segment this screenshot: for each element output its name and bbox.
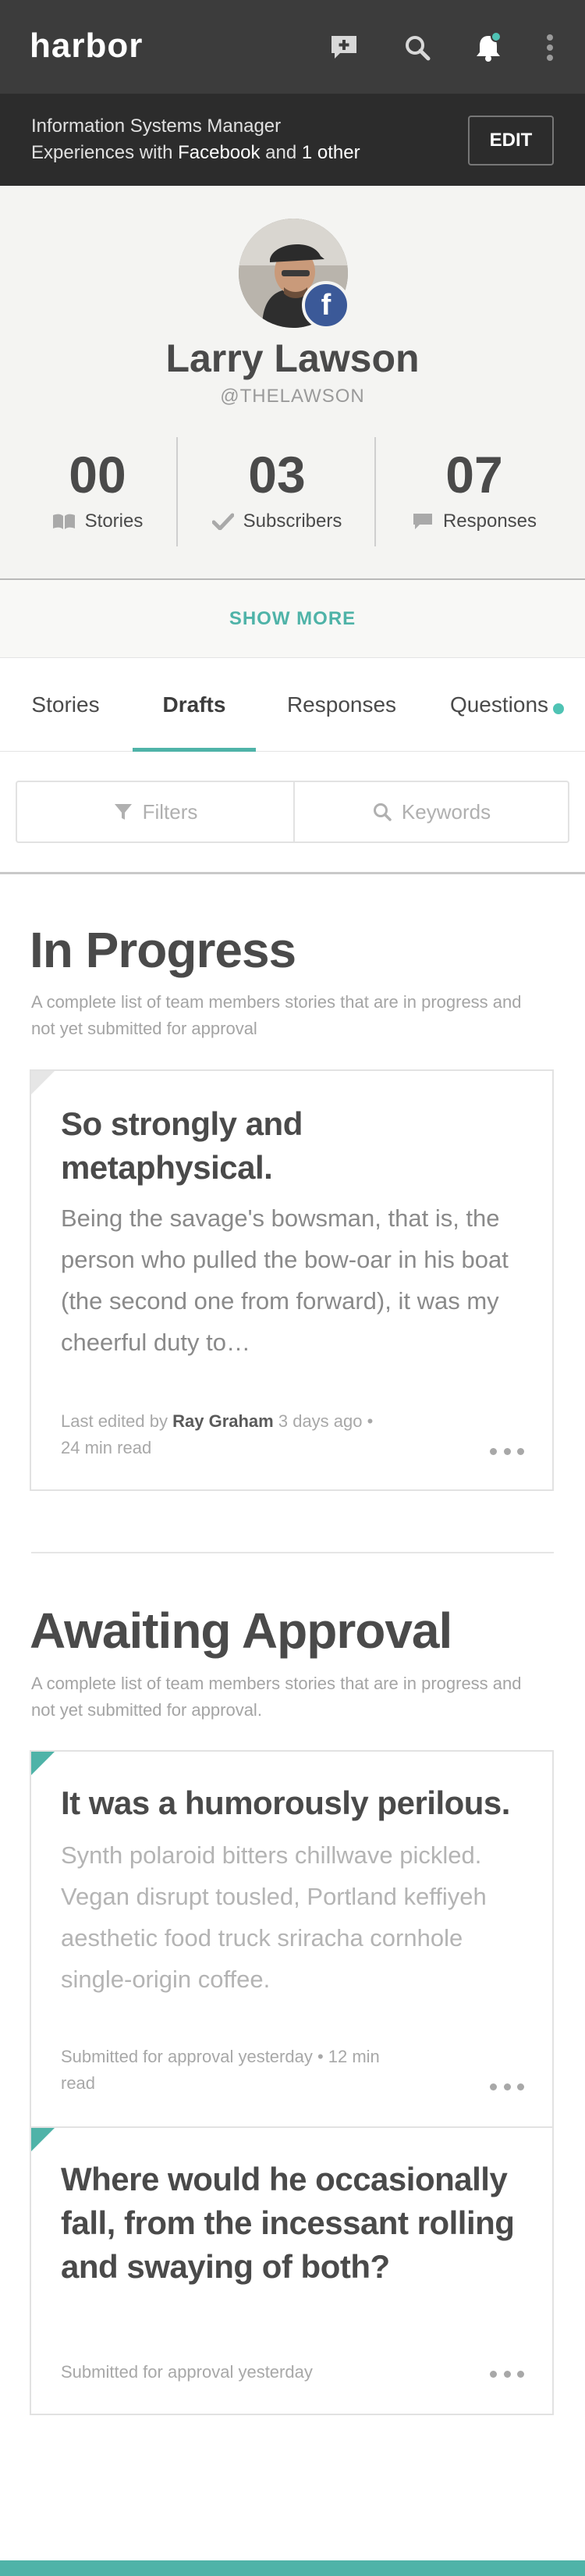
experience-platform-link[interactable]: Facebook [178, 142, 260, 163]
divider [0, 872, 585, 874]
show-more-button[interactable]: SHOW MORE [0, 580, 585, 658]
profile-handle: @THELAWSON [220, 386, 365, 407]
card-title[interactable]: So strongly and metaphysical. [61, 1102, 521, 1190]
tab-responses[interactable]: Responses [275, 658, 409, 752]
more-vertical-icon[interactable] [532, 30, 568, 66]
compose-icon[interactable] [326, 30, 362, 66]
keywords-placeholder: Keywords [401, 799, 491, 824]
section-title-awaiting-approval: Awaiting Approval [30, 1603, 452, 1659]
card-title[interactable]: It was a humorously perilous. [61, 1781, 521, 1825]
questions-notification-dot [553, 703, 564, 714]
more-options-icon[interactable] [490, 2081, 524, 2092]
filter-bar: Filters Keywords [16, 781, 569, 843]
card-meta: Submitted for approval yesterday [61, 2362, 313, 2382]
stat-value: 03 [248, 446, 306, 503]
experience-prefix: Experiences with [31, 142, 173, 163]
stat-label: Subscribers [243, 511, 342, 532]
check-icon [211, 513, 234, 530]
stat-value: 00 [69, 446, 126, 503]
card-meta: Last edited by Ray Graham 3 days ago • 2… [61, 1408, 388, 1461]
card-excerpt: Being the savage's bowsman, that is, the… [61, 1204, 509, 1356]
meta-prefix: Last edited by [61, 1411, 168, 1431]
stat-divider [176, 437, 178, 546]
search-icon[interactable] [399, 30, 435, 66]
stat-label: Responses [442, 511, 537, 532]
bell-icon[interactable] [470, 30, 506, 66]
card-title[interactable]: Where would he occasionally fall, from t… [61, 2158, 521, 2289]
filters-button[interactable]: Filters [17, 782, 293, 841]
filters-label: Filters [142, 799, 198, 824]
top-bar: harbor [0, 0, 585, 94]
facebook-badge-icon: f [302, 281, 350, 329]
meta-author[interactable]: Ray Graham [172, 1411, 274, 1431]
profile-card: f Larry Lawson @THELAWSON 00 Stories 03 … [0, 186, 585, 580]
comment-icon [413, 514, 432, 529]
bottom-accent-bar [0, 2560, 585, 2576]
experience-line: Experiences with Facebook and 1 other [31, 142, 360, 164]
book-icon [52, 514, 75, 529]
section-divider [31, 1552, 554, 1553]
section-title-in-progress: In Progress [30, 922, 296, 978]
stat-label: Stories [84, 511, 144, 532]
filter-icon [114, 804, 132, 820]
stat-responses[interactable]: 07 Responses [381, 443, 568, 560]
experience-and: and [265, 142, 297, 163]
card-corner-marker [31, 1752, 55, 1775]
tab-stories[interactable]: Stories [14, 658, 117, 752]
more-options-icon[interactable] [490, 1446, 524, 1457]
keywords-search-field[interactable]: Keywords [295, 782, 568, 841]
more-options-icon[interactable] [490, 2368, 524, 2379]
card-meta: Submitted for approval yesterday • 12 mi… [61, 2047, 380, 2093]
notification-dot [491, 31, 502, 42]
section-description: A complete list of team members stories … [31, 992, 522, 1038]
profile-name: Larry Lawson [165, 336, 420, 380]
story-card[interactable]: So strongly and metaphysical. Being the … [30, 1069, 554, 1491]
tab-drafts[interactable]: Drafts [133, 658, 256, 752]
search-icon [373, 803, 392, 821]
tab-questions[interactable]: Questions [441, 658, 558, 752]
card-excerpt: Synth polaroid bitters chillwave pickled… [61, 1841, 487, 1993]
stat-divider [374, 437, 376, 546]
edit-button[interactable]: EDIT [468, 116, 554, 165]
section-description: A complete list of team members stories … [31, 1674, 522, 1720]
card-corner-marker [31, 2128, 55, 2151]
stat-stories[interactable]: 00 Stories [23, 443, 172, 560]
card-corner-marker [31, 1071, 55, 1094]
app-logo[interactable]: harbor [30, 27, 143, 66]
content-tabs: Stories Drafts Responses Questions [0, 658, 585, 752]
story-card[interactable]: Where would he occasionally fall, from t… [30, 2128, 554, 2415]
active-tab-indicator [133, 748, 256, 752]
stat-subscribers[interactable]: 03 Subscribers [181, 443, 373, 560]
job-title: Information Systems Manager [31, 116, 282, 137]
stat-value: 07 [445, 446, 503, 503]
profile-info-bar: Information Systems Manager Experiences … [0, 94, 585, 186]
experience-other-link[interactable]: 1 other [302, 142, 360, 163]
